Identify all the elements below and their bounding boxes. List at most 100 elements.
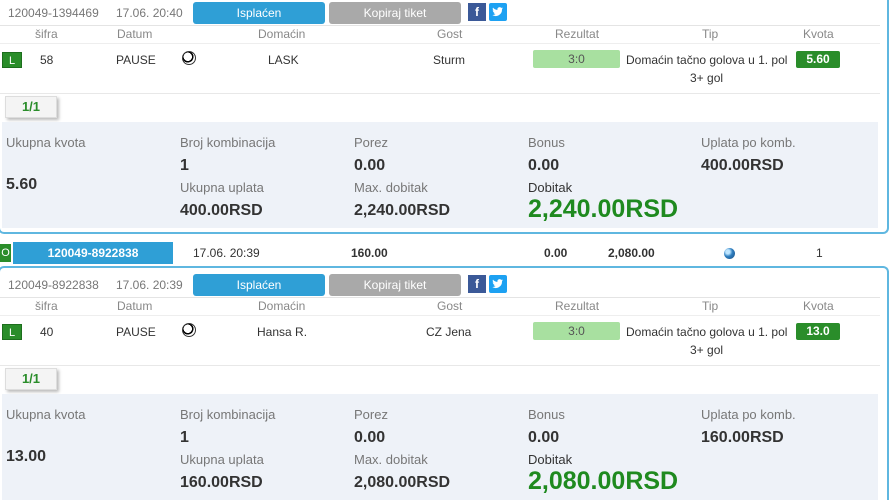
ticket-time: 17.06. 20:40 — [116, 6, 183, 20]
match-date: PAUSE — [116, 325, 156, 339]
twitter-icon[interactable] — [489, 3, 507, 21]
col-tip: Tip — [702, 299, 719, 313]
tax-label: Porez — [354, 135, 388, 150]
total-stake-value: 400.00RSD — [180, 202, 263, 219]
col-domacin: Domaćin — [258, 27, 306, 41]
combination-counter[interactable]: 1/1 — [5, 96, 57, 118]
ticket-code: 120049-8922838 — [8, 278, 99, 292]
max-win-value: 2,240.00RSD — [354, 202, 451, 219]
combination-counter[interactable]: 1/1 — [5, 368, 57, 390]
list-win: 2,080.00 — [608, 246, 655, 260]
ticket-header: 120049-1394469 17.06. 20:40 Isplaćen Kop… — [0, 0, 880, 26]
soccer-ball-icon — [182, 51, 196, 65]
result-box: 3:0 — [533, 322, 620, 340]
ticket-1: 120049-1394469 17.06. 20:40 Isplaćen Kop… — [0, 0, 889, 234]
away-team: Sturm — [433, 53, 466, 67]
col-kvota: Kvota — [803, 27, 834, 41]
ticket-list-row[interactable]: O 120049-8922838 17.06. 20:39 160.00 0.0… — [0, 242, 891, 264]
list-status-badge: O — [0, 244, 11, 262]
home-team: LASK — [268, 53, 299, 67]
stake-per-comb-label: Uplata po komb. — [701, 407, 796, 422]
list-tax: 0.00 — [544, 246, 568, 260]
win-value: 2,240.00RSD — [528, 195, 679, 223]
match-row: L 40 PAUSE Hansa R. CZ Jena 3:0 Domaćin … — [0, 317, 880, 365]
column-headers: šifra Datum Domaćin Gost Rezultat Tip Kv… — [0, 298, 880, 316]
ticket-time: 17.06. 20:39 — [116, 278, 183, 292]
win-label: Dobitak — [528, 452, 573, 467]
home-team: Hansa R. — [257, 325, 308, 339]
total-odds-value: 5.60 — [6, 176, 38, 193]
col-sifra: šifra — [35, 27, 58, 41]
list-ticket-code[interactable]: 120049-8922838 — [13, 242, 173, 264]
ticket-2: 120049-8922838 17.06. 20:39 Isplaćen Kop… — [0, 266, 889, 500]
total-odds-label: Ukupna kvota — [6, 407, 86, 422]
column-headers: šifra Datum Domaćin Gost Rezultat Tip Kv… — [0, 26, 880, 44]
match-date: PAUSE — [116, 53, 156, 67]
tax-value: 0.00 — [354, 429, 386, 446]
paid-button[interactable]: Isplaćen — [193, 274, 325, 296]
col-gost: Gost — [437, 27, 463, 41]
stake-per-comb-value: 160.00RSD — [701, 429, 784, 446]
ticket-code: 120049-1394469 — [8, 6, 99, 20]
status-badge: L — [2, 52, 22, 68]
soccer-ball-icon — [182, 323, 196, 337]
bet-type-line1: Domaćin tačno golova u 1. pol — [626, 53, 788, 67]
facebook-icon[interactable]: f — [468, 275, 486, 293]
ticket-summary: Ukupna kvota 13.00 Broj kombinacija 1 Uk… — [2, 394, 878, 500]
max-win-label: Max. dobitak — [354, 452, 428, 467]
facebook-icon[interactable]: f — [468, 3, 486, 21]
total-odds-label: Ukupna kvota — [6, 135, 86, 150]
max-win-label: Max. dobitak — [354, 180, 428, 195]
match-code: 40 — [40, 325, 54, 339]
result-box: 3:0 — [533, 50, 620, 68]
combinations-value: 1 — [180, 429, 189, 446]
combinations-label: Broj kombinacija — [180, 135, 276, 150]
away-team: CZ Jena — [426, 325, 472, 339]
ticket-summary: Ukupna kvota 5.60 Broj kombinacija 1 Uku… — [2, 122, 878, 228]
status-dot-icon — [724, 248, 735, 259]
bet-type-line1: Domaćin tačno golova u 1. pol — [626, 325, 788, 339]
col-kvota: Kvota — [803, 299, 834, 313]
list-stake: 160.00 — [351, 246, 388, 260]
combinations-value: 1 — [180, 157, 189, 174]
col-gost: Gost — [437, 299, 463, 313]
tax-value: 0.00 — [354, 157, 386, 174]
divider — [0, 93, 880, 94]
total-stake-label: Ukupna uplata — [180, 452, 264, 467]
combinations-label: Broj kombinacija — [180, 407, 276, 422]
total-odds-value: 13.00 — [6, 448, 47, 465]
odds-badge: 5.60 — [796, 51, 840, 68]
bonus-value: 0.00 — [528, 429, 560, 446]
bonus-value: 0.00 — [528, 157, 560, 174]
tax-label: Porez — [354, 407, 388, 422]
bet-type-line2: 3+ gol — [690, 343, 724, 357]
twitter-icon[interactable] — [489, 275, 507, 293]
win-value: 2,080.00RSD — [528, 467, 679, 495]
match-row: L 58 PAUSE LASK Sturm 3:0 Domaćin tačno … — [0, 45, 880, 93]
col-rezultat: Rezultat — [555, 27, 600, 41]
total-stake-value: 160.00RSD — [180, 474, 263, 491]
copy-ticket-button[interactable]: Kopiraj tiket — [329, 2, 461, 24]
bonus-label: Bonus — [528, 135, 565, 150]
match-code: 58 — [40, 53, 54, 67]
ticket-header: 120049-8922838 17.06. 20:39 Isplaćen Kop… — [0, 272, 880, 298]
bonus-label: Bonus — [528, 407, 565, 422]
status-badge: L — [2, 324, 22, 340]
odds-badge: 13.0 — [796, 323, 840, 340]
paid-button[interactable]: Isplaćen — [193, 2, 325, 24]
list-ticket-time: 17.06. 20:39 — [193, 246, 260, 260]
max-win-value: 2,080.00RSD — [354, 474, 451, 491]
divider — [0, 365, 880, 366]
win-label: Dobitak — [528, 180, 573, 195]
col-tip: Tip — [702, 27, 719, 41]
col-domacin: Domaćin — [258, 299, 306, 313]
col-datum: Datum — [117, 27, 153, 41]
list-count: 1 — [816, 246, 823, 260]
copy-ticket-button[interactable]: Kopiraj tiket — [329, 274, 461, 296]
stake-per-comb-value: 400.00RSD — [701, 157, 784, 174]
col-sifra: šifra — [35, 299, 58, 313]
col-rezultat: Rezultat — [555, 299, 600, 313]
total-stake-label: Ukupna uplata — [180, 180, 264, 195]
bet-type-line2: 3+ gol — [690, 71, 724, 85]
col-datum: Datum — [117, 299, 153, 313]
